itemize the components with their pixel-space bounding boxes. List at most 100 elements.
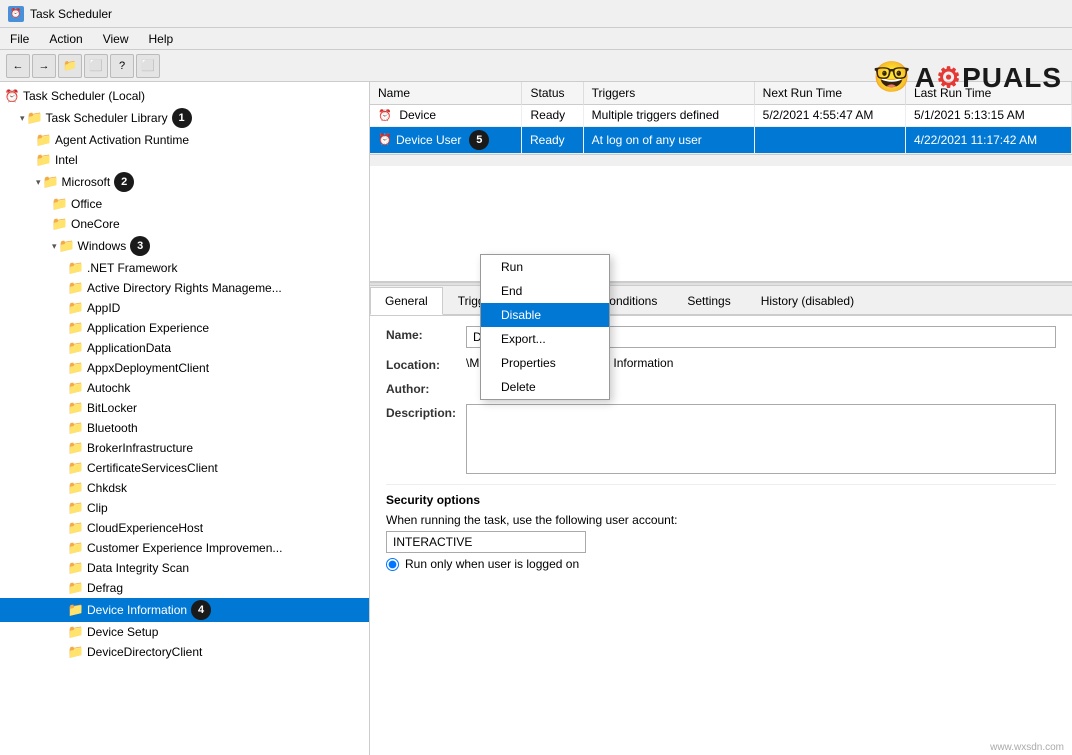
folder-icon: 📁	[36, 132, 52, 148]
tree-windows[interactable]: ▾ 📁 Windows 3	[0, 234, 369, 258]
context-end[interactable]: End	[481, 279, 609, 303]
tab-settings[interactable]: Settings	[672, 287, 745, 315]
tree-autochk[interactable]: 📁 Autochk	[0, 378, 369, 398]
tree-intel[interactable]: 📁 Intel	[0, 150, 369, 170]
tree-active-directory[interactable]: 📁 Active Directory Rights Manageme...	[0, 278, 369, 298]
help-button[interactable]: ?	[110, 54, 134, 78]
context-disable[interactable]: Disable	[481, 303, 609, 327]
menu-help[interactable]: Help	[139, 30, 184, 47]
menu-file[interactable]: File	[0, 30, 39, 47]
tree-devsetup-label: Device Setup	[87, 625, 158, 639]
details-panel: General Triggers Actions Conditions Sett…	[370, 286, 1072, 755]
tree-app-experience[interactable]: 📁 Application Experience	[0, 318, 369, 338]
tree-clip[interactable]: 📁 Clip	[0, 498, 369, 518]
context-delete[interactable]: Delete	[481, 375, 609, 399]
menu-action[interactable]: Action	[39, 30, 92, 47]
col-name: Name	[370, 82, 522, 105]
cell-triggers: Multiple triggers defined	[583, 105, 754, 127]
tree-office[interactable]: 📁 Office	[0, 194, 369, 214]
tree-bluetooth-label: Bluetooth	[87, 421, 138, 435]
user-account-row: When running the task, use the following…	[386, 513, 1056, 527]
context-menu: Run End Disable Export... Properties Del…	[480, 254, 610, 400]
tree-cloud[interactable]: 📁 CloudExperienceHost	[0, 518, 369, 538]
new-folder-button[interactable]: ⬜	[84, 54, 108, 78]
folder-icon: 📁	[68, 500, 84, 516]
name-label: Name:	[386, 326, 466, 342]
tree-datainteg-label: Data Integrity Scan	[87, 561, 189, 575]
tree-device-directory[interactable]: 📁 DeviceDirectoryClient	[0, 642, 369, 662]
tree-task-scheduler-library[interactable]: ▾ 📁 Task Scheduler Library 1	[0, 106, 369, 130]
cell-status: Ready	[522, 105, 583, 127]
tree-bitlocker[interactable]: 📁 BitLocker	[0, 398, 369, 418]
badge-1: 1	[172, 108, 192, 128]
tree-device-setup[interactable]: 📁 Device Setup	[0, 622, 369, 642]
tree-ad-label: Active Directory Rights Manageme...	[87, 281, 282, 295]
logo-area: 🤓 A⚙PUALS	[873, 60, 1062, 95]
tree-devdir-label: DeviceDirectoryClient	[87, 645, 202, 659]
cell-last-run: 4/22/2021 11:17:42 AM	[905, 126, 1071, 153]
tree-area[interactable]: ⏰ Task Scheduler (Local) ▾ 📁 Task Schedu…	[0, 82, 369, 755]
back-button[interactable]: ←	[6, 54, 30, 78]
tree-dotnet[interactable]: 📁 .NET Framework	[0, 258, 369, 278]
table-area: Name Status Triggers Next Run Time Last …	[370, 82, 1072, 282]
tree-broker[interactable]: 📁 BrokerInfrastructure	[0, 438, 369, 458]
tree-defrag-label: Defrag	[87, 581, 123, 595]
logo-text: A⚙PUALS	[915, 61, 1062, 94]
right-panel: Name Status Triggers Next Run Time Last …	[370, 82, 1072, 755]
folder-icon: 📁	[68, 480, 84, 496]
folder-icon: 📁	[68, 540, 84, 556]
tree-agent-activation[interactable]: 📁 Agent Activation Runtime	[0, 130, 369, 150]
radio-logged-on[interactable]	[386, 558, 399, 571]
folder-icon: 📁	[68, 602, 84, 618]
tree-appx[interactable]: 📁 AppxDeploymentClient	[0, 358, 369, 378]
tree-cert[interactable]: 📁 CertificateServicesClient	[0, 458, 369, 478]
horizontal-scrollbar[interactable]	[370, 154, 1072, 166]
cell-next-run: 5/2/2021 4:55:47 AM	[754, 105, 905, 127]
tree-data-integrity[interactable]: 📁 Data Integrity Scan	[0, 558, 369, 578]
tree-onecore[interactable]: 📁 OneCore	[0, 214, 369, 234]
tree-library-label: Task Scheduler Library	[46, 111, 168, 125]
radio-row: Run only when user is logged on	[386, 557, 1056, 571]
clock-icon: ⏰	[4, 88, 20, 104]
menu-view[interactable]: View	[93, 30, 139, 47]
extra-button[interactable]: ⬜	[136, 54, 160, 78]
cell-name: ⏰ Device User 5	[370, 127, 522, 153]
forward-button[interactable]: →	[32, 54, 56, 78]
tree-office-label: Office	[71, 197, 102, 211]
folder-icon: 📁	[68, 560, 84, 576]
folder-icon: 📁	[68, 420, 84, 436]
tree-root-label: Task Scheduler (Local)	[23, 89, 145, 103]
refresh-button[interactable]: 📁	[58, 54, 82, 78]
title-bar-text: Task Scheduler	[30, 7, 112, 21]
tree-root[interactable]: ⏰ Task Scheduler (Local)	[0, 86, 369, 106]
tree-defrag[interactable]: 📁 Defrag	[0, 578, 369, 598]
tree-chkdsk[interactable]: 📁 Chkdsk	[0, 478, 369, 498]
tree-broker-label: BrokerInfrastructure	[87, 441, 193, 455]
tree-customer-exp[interactable]: 📁 Customer Experience Improvemen...	[0, 538, 369, 558]
description-box[interactable]	[466, 404, 1056, 474]
context-properties[interactable]: Properties	[481, 351, 609, 375]
tree-appid[interactable]: 📁 AppID	[0, 298, 369, 318]
tab-general[interactable]: General	[370, 287, 443, 315]
tree-microsoft[interactable]: ▾ 📁 Microsoft 2	[0, 170, 369, 194]
tree-clip-label: Clip	[87, 501, 108, 515]
task-icon: ⏰	[378, 109, 392, 123]
tree-appdata[interactable]: 📁 ApplicationData	[0, 338, 369, 358]
author-label: Author:	[386, 380, 466, 396]
tree-appexp-label: Application Experience	[87, 321, 209, 335]
expand-arrow: ▾	[36, 177, 41, 188]
folder-icon: 📁	[52, 216, 68, 232]
watermark: www.wxsdn.com	[990, 742, 1064, 753]
left-panel: ⏰ Task Scheduler (Local) ▾ 📁 Task Schedu…	[0, 82, 370, 755]
tree-custexp-label: Customer Experience Improvemen...	[87, 541, 282, 555]
tab-history[interactable]: History (disabled)	[746, 287, 869, 315]
folder-icon: 📁	[43, 174, 59, 190]
context-export[interactable]: Export...	[481, 327, 609, 351]
table-row[interactable]: ⏰ Device Ready Multiple triggers defined…	[370, 105, 1072, 127]
context-run[interactable]: Run	[481, 255, 609, 279]
tree-appid-label: AppID	[87, 301, 120, 315]
table-row[interactable]: ⏰ Device User 5 Ready At log on of any u…	[370, 126, 1072, 153]
title-bar: ⏰ Task Scheduler	[0, 0, 1072, 28]
tree-bluetooth[interactable]: 📁 Bluetooth	[0, 418, 369, 438]
tree-device-information[interactable]: 📁 Device Information 4	[0, 598, 369, 622]
